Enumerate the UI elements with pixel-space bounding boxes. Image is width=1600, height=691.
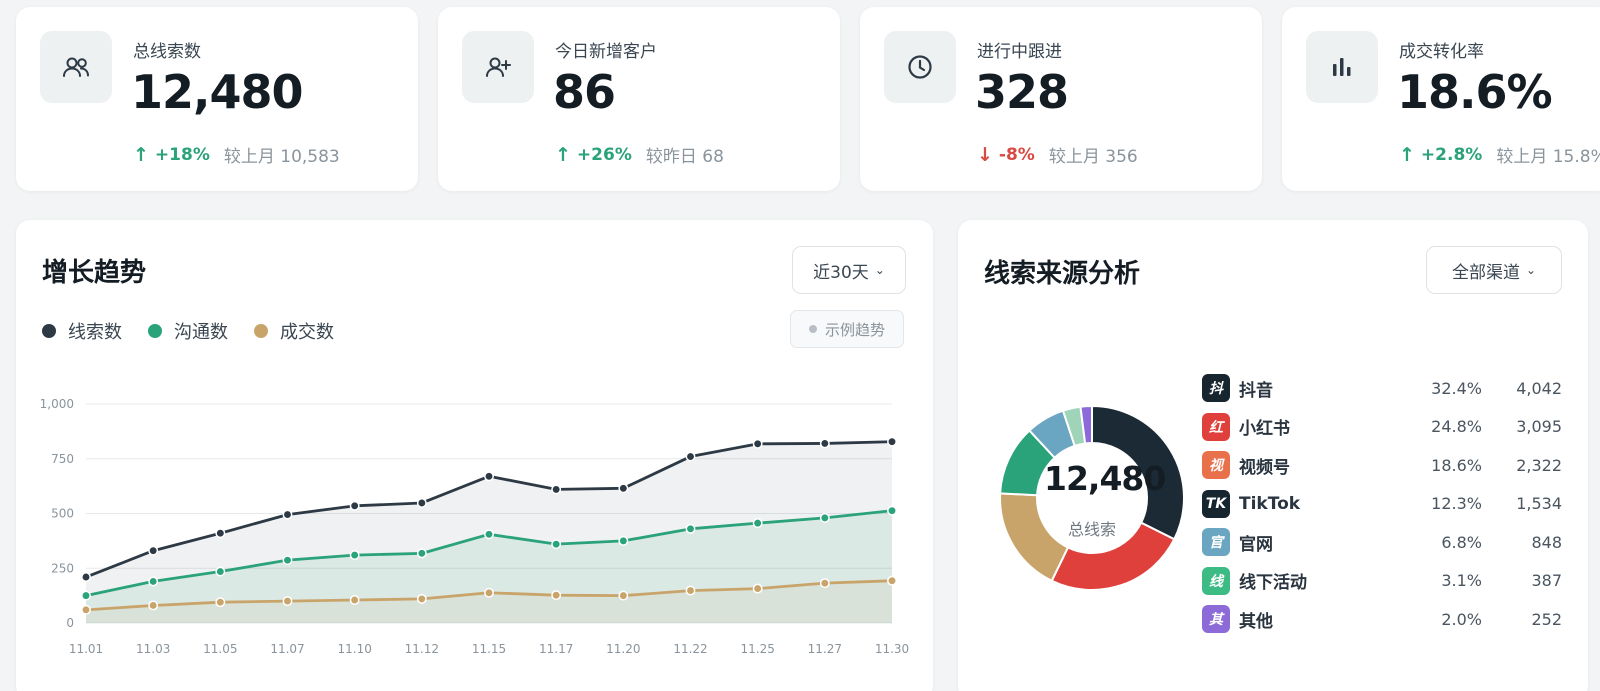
source-list: 抖 抖音 32.4% 4,042 红 小红书 24.8% 3,095 视 视频号… [1202,369,1562,639]
source-percent: 24.8% [1431,417,1482,437]
source-row-tiktok: TK TikTok 12.3% 1,534 [1202,485,1562,524]
source-percent: 2.0% [1441,609,1482,629]
source-percent: 12.3% [1431,494,1482,514]
source-percent: 3.1% [1441,571,1482,591]
source-count: 1,534 [1516,494,1562,514]
source-percent: 32.4% [1431,378,1482,398]
source-row-offline: 线 线下活动 3.1% 387 [1202,562,1562,601]
offline-event-icon: 线 [1202,566,1230,595]
source-name: 小红书 [1239,419,1290,440]
source-count: 387 [1531,571,1562,591]
source-row-other: 其 其他 2.0% 252 [1202,600,1562,639]
other-icon: 其 [1202,605,1230,634]
source-name: 其他 [1239,611,1273,632]
source-name: 抖音 [1239,380,1273,401]
source-count: 848 [1531,532,1562,552]
shipinhao-icon: 视 [1202,451,1230,480]
source-row-xiaohongshu: 红 小红书 24.8% 3,095 [1202,408,1562,447]
source-name: 官网 [1239,534,1273,555]
source-percent: 18.6% [1431,455,1482,475]
xiaohongshu-icon: 红 [1202,412,1230,441]
donut-center-value: 12,480 [1044,459,1166,498]
source-row-website: 官 官网 6.8% 848 [1202,523,1562,562]
source-count: 3,095 [1516,417,1562,437]
tiktok-icon: TK [1202,489,1230,518]
source-row-shipinhao: 视 视频号 18.6% 2,322 [1202,446,1562,485]
donut-center-label: 总线索 [1067,520,1116,539]
source-row-douyin: 抖 抖音 32.4% 4,042 [1202,369,1562,408]
source-name: 线下活动 [1239,573,1307,594]
source-count: 4,042 [1516,378,1562,398]
source-count: 252 [1531,609,1562,629]
douyin-icon: 抖 [1202,374,1230,403]
source-count: 2,322 [1516,455,1562,475]
source-name: TikTok [1239,493,1301,514]
website-icon: 官 [1202,528,1230,557]
source-name: 视频号 [1239,457,1290,478]
source-percent: 6.8% [1441,532,1482,552]
